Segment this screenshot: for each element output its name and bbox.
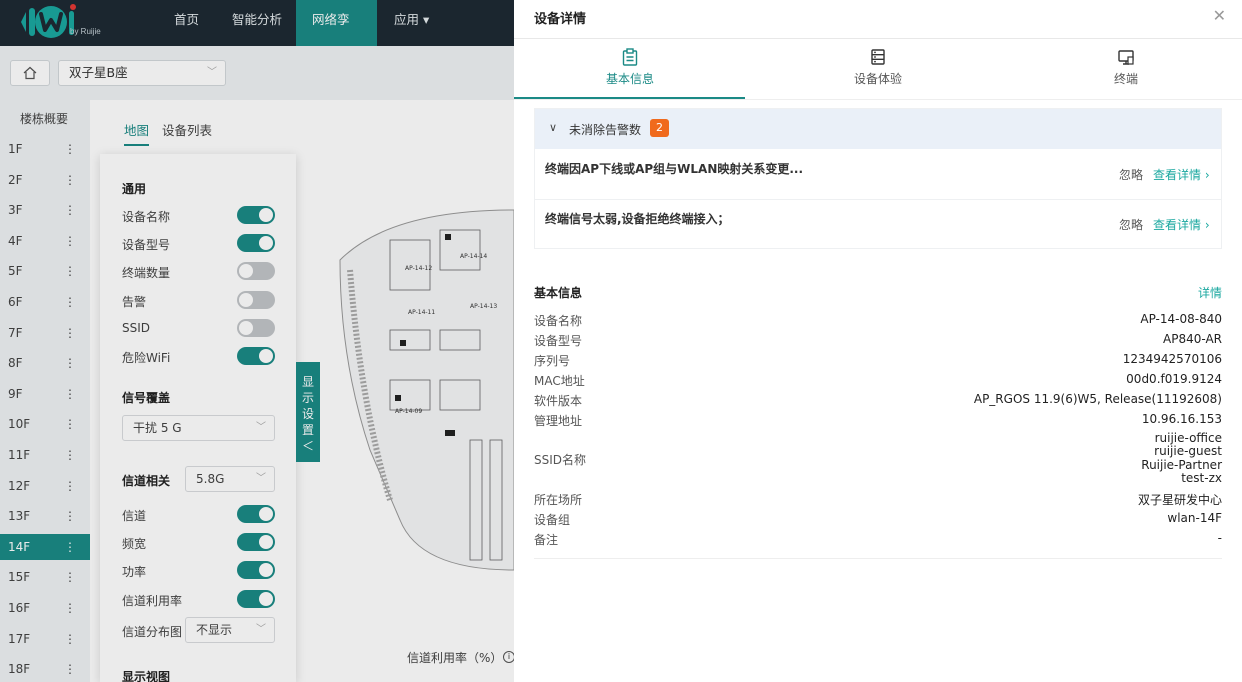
chevron-down-icon: ∨ bbox=[549, 121, 558, 134]
basic-info-title: 基本信息 bbox=[534, 286, 583, 300]
field-value: AP840-AR bbox=[1163, 332, 1222, 346]
view-detail-link[interactable]: 查看详情 › bbox=[1153, 166, 1210, 183]
ssid-value: ruijie-guest bbox=[1154, 444, 1222, 459]
alarm-section: ∨ 未消除告警数 2 终端因AP下线或AP组与WLAN映射关系变更... 忽略 … bbox=[534, 108, 1222, 249]
field-key: 序列号 bbox=[534, 354, 571, 368]
ignore-link[interactable]: 忽略 bbox=[1119, 166, 1143, 183]
basic-info-detail-link[interactable]: 详情 bbox=[1198, 284, 1222, 301]
divider bbox=[514, 38, 1242, 39]
info-row: 软件版本 AP_RGOS 11.9(6)W5, Release(11192608) bbox=[534, 392, 1222, 409]
tab-basic-info[interactable]: 基本信息 bbox=[514, 48, 746, 87]
ssid-value: ruijie-office bbox=[1154, 431, 1222, 445]
info-row: 管理地址 10.96.16.153 bbox=[534, 412, 1222, 429]
close-icon[interactable]: ✕ bbox=[1213, 6, 1226, 25]
tab-device-experience[interactable]: 设备体验 bbox=[762, 48, 994, 87]
ignore-link[interactable]: 忽略 bbox=[1119, 216, 1143, 233]
field-key: SSID名称 bbox=[534, 453, 587, 467]
alarm-text: 终端信号太弱,设备拒绝终端接入； bbox=[545, 212, 730, 226]
field-value: 1234942570106 bbox=[1122, 352, 1222, 366]
drawer-overlay[interactable] bbox=[0, 0, 514, 682]
alarm-count-badge: 2 bbox=[650, 119, 669, 137]
tab-device-experience-label: 设备体验 bbox=[853, 72, 902, 86]
info-row: 所在场所 双子星研发中心 bbox=[534, 491, 1222, 508]
field-value: 10.96.16.153 bbox=[1141, 412, 1222, 426]
clipboard-icon bbox=[622, 48, 638, 66]
field-value: wlan-14F bbox=[1167, 511, 1222, 525]
info-row: 序列号 1234942570106 bbox=[534, 352, 1222, 369]
divider bbox=[514, 99, 1242, 100]
field-key: 所在场所 bbox=[534, 493, 583, 507]
field-key: 管理地址 bbox=[534, 414, 583, 428]
drawer-title: 设备详情 bbox=[534, 12, 587, 27]
alarm-item: 终端信号太弱,设备拒绝终端接入； 忽略 查看详情 › bbox=[535, 200, 1221, 250]
info-row: 备注 - bbox=[534, 531, 1222, 548]
field-value: AP_RGOS 11.9(6)W5, Release(11192608) bbox=[973, 392, 1222, 406]
alarm-text: 终端因AP下线或AP组与WLAN映射关系变更... bbox=[545, 162, 804, 176]
ssid-values: ruijie-office ruijie-guest Ruijie-Partne… bbox=[1141, 431, 1222, 485]
alarm-title: 未消除告警数 bbox=[569, 123, 642, 137]
field-value: 双子星研发中心 bbox=[1137, 493, 1222, 507]
field-key: MAC地址 bbox=[534, 374, 585, 388]
view-detail-link[interactable]: 查看详情 › bbox=[1153, 216, 1210, 233]
monitor-icon bbox=[1118, 50, 1134, 65]
server-icon bbox=[871, 49, 885, 65]
info-row: 设备型号 AP840-AR bbox=[534, 332, 1222, 349]
ssid-value: test-zx bbox=[1181, 470, 1222, 485]
tab-terminal-label: 终端 bbox=[1113, 72, 1138, 86]
alarm-section-header[interactable]: ∨ 未消除告警数 2 bbox=[535, 109, 1221, 149]
field-key: 设备型号 bbox=[534, 334, 583, 348]
info-row: 设备组 wlan-14F bbox=[534, 511, 1222, 528]
tab-basic-info-label: 基本信息 bbox=[605, 72, 654, 86]
alarm-item: 终端因AP下线或AP组与WLAN映射关系变更... 忽略 查看详情 › bbox=[535, 150, 1221, 200]
field-key: 备注 bbox=[534, 533, 559, 547]
info-row: MAC地址 00d0.f019.9124 bbox=[534, 372, 1222, 389]
field-value: - bbox=[1217, 531, 1222, 545]
ssid-value: Ruijie-Partner bbox=[1141, 457, 1222, 472]
field-value: 00d0.f019.9124 bbox=[1126, 372, 1222, 386]
info-row: 设备名称 AP-14-08-840 bbox=[534, 312, 1222, 329]
field-key: 设备名称 bbox=[534, 314, 583, 328]
field-value: AP-14-08-840 bbox=[1140, 312, 1222, 326]
field-key: 软件版本 bbox=[534, 394, 583, 408]
ssid-label: SSID名称 bbox=[534, 451, 1222, 468]
device-detail-drawer: 设备详情 ✕ 基本信息 设备体验 终端 ∨ 未消除告警数 2 终端因AP下线或A… bbox=[514, 0, 1242, 682]
field-key: 设备组 bbox=[534, 513, 571, 527]
tab-terminal[interactable]: 终端 bbox=[1010, 48, 1242, 87]
divider bbox=[534, 558, 1222, 559]
